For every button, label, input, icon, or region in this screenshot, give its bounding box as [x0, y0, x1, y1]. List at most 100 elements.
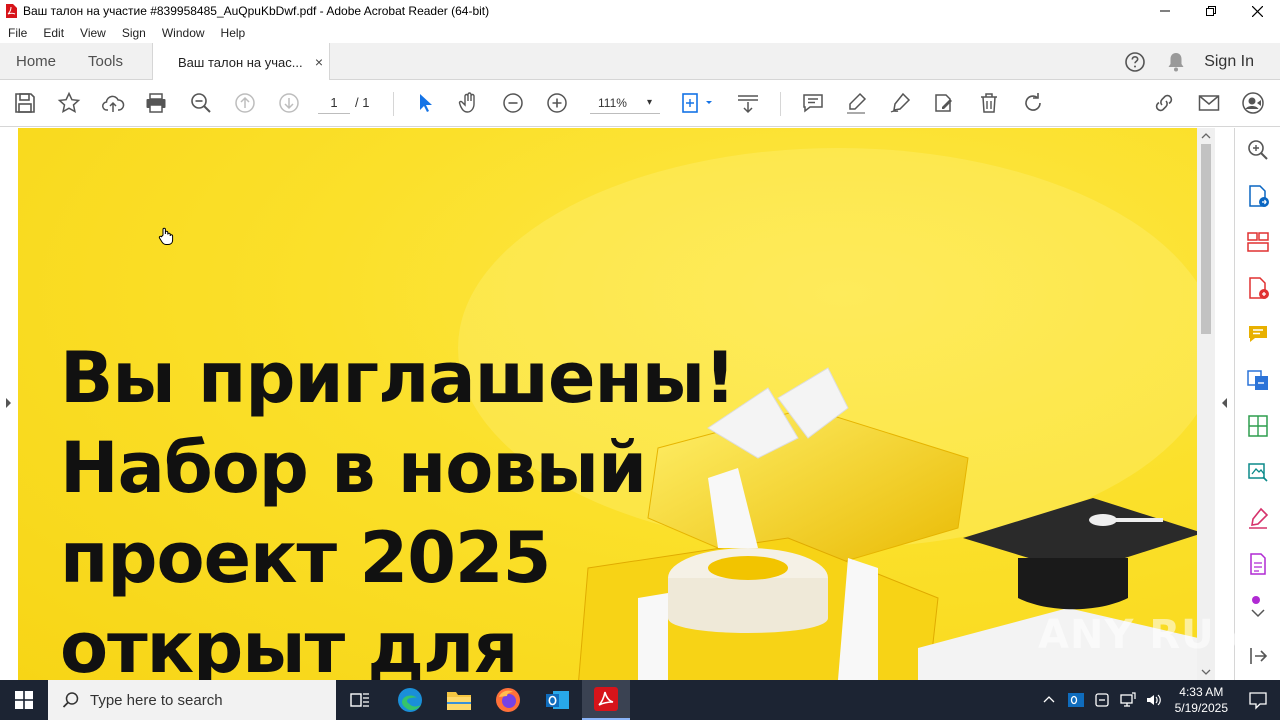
- tray-outlook-icon[interactable]: [1067, 691, 1085, 709]
- compress-pdf-icon[interactable]: [1246, 414, 1270, 438]
- page-fit-button[interactable]: [680, 90, 716, 116]
- file-explorer-taskbar-button[interactable]: [435, 680, 483, 720]
- tab-document[interactable]: Ваш талон на учас... ×: [152, 43, 330, 81]
- taskbar-search[interactable]: Type here to search: [48, 680, 336, 720]
- clock-date: 5/19/2025: [1174, 701, 1228, 715]
- menu-sign[interactable]: Sign: [122, 26, 146, 40]
- edit-pdf-button[interactable]: [931, 90, 957, 116]
- menu-view[interactable]: View: [80, 26, 106, 40]
- more-tools-icon[interactable]: [1246, 552, 1270, 576]
- combine-files-icon[interactable]: [1246, 368, 1270, 392]
- user-share-icon: [1242, 92, 1264, 114]
- firefox-taskbar-button[interactable]: [484, 680, 532, 720]
- share-link-button[interactable]: [1151, 90, 1177, 116]
- vertical-scrollbar[interactable]: [1197, 128, 1215, 680]
- acrobat-taskbar-button[interactable]: [582, 680, 630, 720]
- close-window-button[interactable]: [1234, 0, 1280, 22]
- upload-cloud-button[interactable]: [100, 90, 126, 116]
- clock[interactable]: 4:33 AM 5/19/2025: [1175, 684, 1228, 716]
- toolbar-divider: [393, 92, 394, 116]
- scrollbar-thumb[interactable]: [1201, 144, 1211, 334]
- hand-tool-button[interactable]: [456, 90, 482, 116]
- left-panel-collapsed[interactable]: [0, 128, 18, 680]
- task-view-icon: [350, 693, 369, 707]
- share-user-button[interactable]: [1240, 90, 1266, 116]
- zoom-in-button[interactable]: [544, 90, 570, 116]
- minus-circle-icon: [503, 93, 523, 113]
- menu-file[interactable]: File: [8, 26, 27, 40]
- tabs-row: Home Tools Ваш талон на учас... × Sign I…: [0, 43, 1280, 81]
- sign-in-button[interactable]: Sign In: [1204, 53, 1254, 71]
- restore-icon: [1206, 6, 1216, 16]
- highlight-button[interactable]: [843, 90, 869, 116]
- cloud-upload-icon: [102, 95, 125, 112]
- fill-sign-icon[interactable]: [1246, 506, 1270, 530]
- search-zoom-icon[interactable]: [1246, 138, 1270, 162]
- minimize-button[interactable]: [1142, 0, 1188, 22]
- notifications-icon: [1249, 692, 1267, 710]
- acrobat-reader-icon: [594, 687, 618, 711]
- outlook-taskbar-button[interactable]: [533, 680, 581, 720]
- tab-tools[interactable]: Tools: [88, 43, 123, 80]
- action-center-button[interactable]: [1236, 680, 1280, 720]
- delete-button[interactable]: [976, 90, 1002, 116]
- export-pdf-icon[interactable]: [1246, 184, 1270, 208]
- tab-home[interactable]: Home: [16, 43, 56, 80]
- edge-taskbar-button[interactable]: [386, 680, 434, 720]
- create-pdf-icon[interactable]: [1246, 276, 1270, 300]
- scroll-mode-button[interactable]: [735, 90, 761, 116]
- menu-help[interactable]: Help: [221, 26, 246, 40]
- close-tab-icon[interactable]: ×: [315, 54, 323, 70]
- notification-bell-icon[interactable]: [1166, 51, 1186, 73]
- tray-device-icon[interactable]: [1093, 691, 1111, 709]
- headline-line: открыт для: [60, 607, 518, 680]
- print-button[interactable]: [143, 90, 169, 116]
- rotate-icon: [1025, 93, 1041, 111]
- rotate-button[interactable]: [1020, 90, 1046, 116]
- help-icon[interactable]: [1124, 51, 1146, 73]
- start-button[interactable]: [0, 680, 48, 720]
- previous-page-button[interactable]: [232, 90, 258, 116]
- windows-logo-icon: [15, 691, 33, 709]
- comment-button[interactable]: [800, 90, 826, 116]
- menu-bar: File Edit View Sign Window Help: [0, 22, 1280, 43]
- save-button[interactable]: [12, 90, 38, 116]
- draw-sign-button[interactable]: [887, 90, 913, 116]
- select-tool-button[interactable]: [412, 90, 438, 116]
- right-tools-panel: [1234, 128, 1280, 680]
- organize-pages-icon[interactable]: [1246, 230, 1270, 254]
- menu-edit[interactable]: Edit: [43, 26, 64, 40]
- collapse-panel-icon[interactable]: [1246, 644, 1270, 668]
- comment-tool-icon[interactable]: [1246, 322, 1270, 346]
- zoom-out-button[interactable]: [500, 90, 526, 116]
- scroll-up-icon[interactable]: [1197, 128, 1215, 144]
- right-panel-toggle[interactable]: [1215, 128, 1234, 680]
- scan-ocr-icon[interactable]: [1246, 460, 1270, 484]
- plus-circle-icon: [547, 93, 567, 113]
- zoom-level-select[interactable]: 111% ▾: [590, 92, 660, 114]
- scroll-down-icon[interactable]: [1197, 664, 1215, 680]
- tray-overflow-chevron-icon[interactable]: [1041, 692, 1057, 708]
- headline-line: Вы приглашены!: [60, 337, 736, 419]
- bookmark-star-button[interactable]: [56, 90, 82, 116]
- cursor-arrow-icon: [420, 94, 432, 112]
- panel-scroll-down-icon[interactable]: [1246, 596, 1270, 620]
- pen-sign-icon: [890, 92, 911, 113]
- headline-line: проект 2025: [60, 517, 551, 599]
- document-viewport[interactable]: Вы приглашены! Набор в новый проект 2025…: [0, 128, 1234, 680]
- page-number-input[interactable]: 1: [318, 92, 350, 114]
- restore-button[interactable]: [1188, 0, 1234, 22]
- volume-icon[interactable]: [1145, 691, 1163, 709]
- trash-icon: [981, 93, 997, 113]
- menu-window[interactable]: Window: [162, 26, 205, 40]
- zoom-level-value: 111%: [598, 96, 627, 110]
- network-icon[interactable]: [1119, 691, 1137, 709]
- acrobat-app-icon: [6, 4, 17, 18]
- email-button[interactable]: [1196, 90, 1222, 116]
- clock-time: 4:33 AM: [1179, 685, 1224, 699]
- zoom-search-button[interactable]: [188, 90, 214, 116]
- next-page-button[interactable]: [276, 90, 302, 116]
- document-tab-label: Ваш талон на учас...: [178, 54, 303, 70]
- task-view-button[interactable]: [336, 680, 384, 720]
- magnifier-minus-icon: [191, 93, 211, 113]
